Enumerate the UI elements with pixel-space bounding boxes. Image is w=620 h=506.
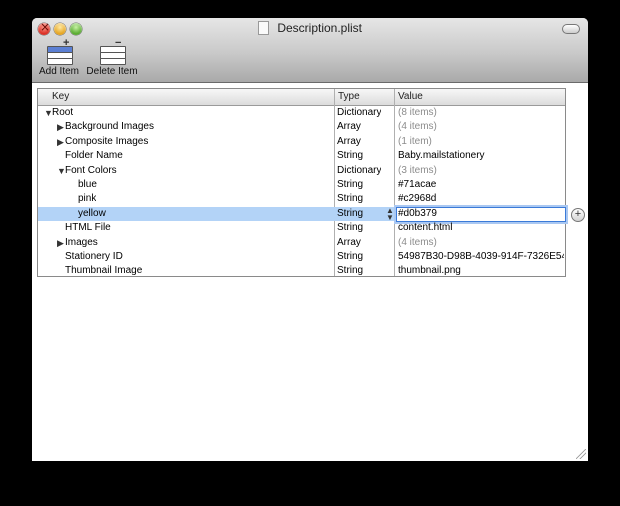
row-value[interactable]: 54987B30-D98B-4039-914F-7326E54 [398,250,564,264]
table-row[interactable]: pink String #c2968d [38,192,565,206]
row-value[interactable]: thumbnail.png [398,264,564,278]
add-sibling-button[interactable]: + [571,207,585,222]
column-header-type[interactable]: Type [338,91,360,102]
row-key[interactable]: yellow [78,207,106,221]
table-row[interactable]: HTML File String content.html [38,221,565,235]
table-header: Key Type Value [38,89,565,106]
add-item-icon: + [47,37,73,65]
row-key[interactable]: Images [65,236,98,250]
row-type[interactable]: String [337,178,363,192]
table-row[interactable]: ▶ Background Images Array (4 items) [38,120,565,134]
toolbar-toggle-button[interactable] [562,24,580,34]
plist-outline-table[interactable]: Key Type Value ▼ Root Dictionary (8 items) ▶… [37,88,585,278]
delete-item-icon: − [100,37,126,65]
add-item-button[interactable]: + Add Item [36,37,82,77]
disclosure-collapsed-icon[interactable]: ▶ [57,120,64,134]
row-key[interactable]: Font Colors [65,164,117,178]
resize-grip[interactable] [576,449,586,459]
row-key[interactable]: Composite Images [65,135,148,149]
row-type[interactable]: Array [337,120,361,134]
table-row[interactable]: ▼ Root Dictionary (8 items) [38,106,565,120]
table-row-selected[interactable]: yellow String ▲ ▼ + #d0b379 [38,206,585,222]
delete-item-label: Delete Item [86,66,138,77]
row-key[interactable]: Folder Name [65,149,123,163]
row-key[interactable]: Stationery ID [65,250,123,264]
disclosure-collapsed-icon[interactable]: ▶ [57,135,64,149]
row-value[interactable]: content.html [398,221,564,235]
table-row[interactable]: Folder Name String Baby.mailstationery [38,149,565,163]
row-key[interactable]: HTML File [65,221,111,235]
row-type[interactable]: String [337,221,363,235]
table-row[interactable]: ▶ Composite Images Array (1 item) [38,135,565,149]
window-title: Description.plist [277,21,363,35]
disclosure-collapsed-icon[interactable]: ▶ [57,236,64,250]
row-key[interactable]: Thumbnail Image [65,264,142,278]
table-row[interactable]: blue String #71acae [38,178,565,192]
row-value[interactable]: #d0b379 [398,207,564,221]
window-title-container: Description.plist [32,20,588,36]
plist-editor-window: Description.plist + Add Item − Delete It… [32,18,588,461]
add-item-label: Add Item [38,66,80,77]
table-row[interactable]: Thumbnail Image String thumbnail.png [38,264,565,278]
row-type[interactable]: String [337,149,363,163]
row-value[interactable]: #c2968d [398,192,564,206]
row-type[interactable]: Dictionary [337,106,381,120]
row-type[interactable]: String [337,192,363,206]
row-type[interactable]: String [337,264,363,278]
title-bar: Description.plist + Add Item − Delete It… [32,18,588,83]
row-key[interactable]: Background Images [65,120,154,134]
row-value[interactable]: (4 items) [398,236,564,250]
type-stepper-icon[interactable]: ▲ ▼ [386,206,394,221]
row-value[interactable]: (3 items) [398,164,564,178]
row-key[interactable]: pink [78,192,96,206]
row-value[interactable]: #71acae [398,178,564,192]
row-type[interactable]: String [337,207,363,221]
row-key[interactable]: blue [78,178,97,192]
column-header-value[interactable]: Value [398,91,423,102]
row-key[interactable]: Root [52,106,73,120]
row-type[interactable]: Dictionary [337,164,381,178]
row-value[interactable]: Baby.mailstationery [398,149,564,163]
row-value[interactable]: (4 items) [398,120,564,134]
delete-item-button[interactable]: − Delete Item [84,37,140,77]
column-header-key[interactable]: Key [52,91,69,102]
table-row[interactable]: Stationery ID String 54987B30-D98B-4039-91… [38,250,565,264]
table-row[interactable]: ▶ Images Array (4 items) [38,236,565,250]
table-row[interactable]: ▼ Font Colors Dictionary (3 items) [38,164,565,178]
row-value[interactable]: (1 item) [398,135,564,149]
row-type[interactable]: Array [337,236,361,250]
document-icon [257,20,269,35]
row-type[interactable]: Array [337,135,361,149]
row-value[interactable]: (8 items) [398,106,564,120]
row-type[interactable]: String [337,250,363,264]
